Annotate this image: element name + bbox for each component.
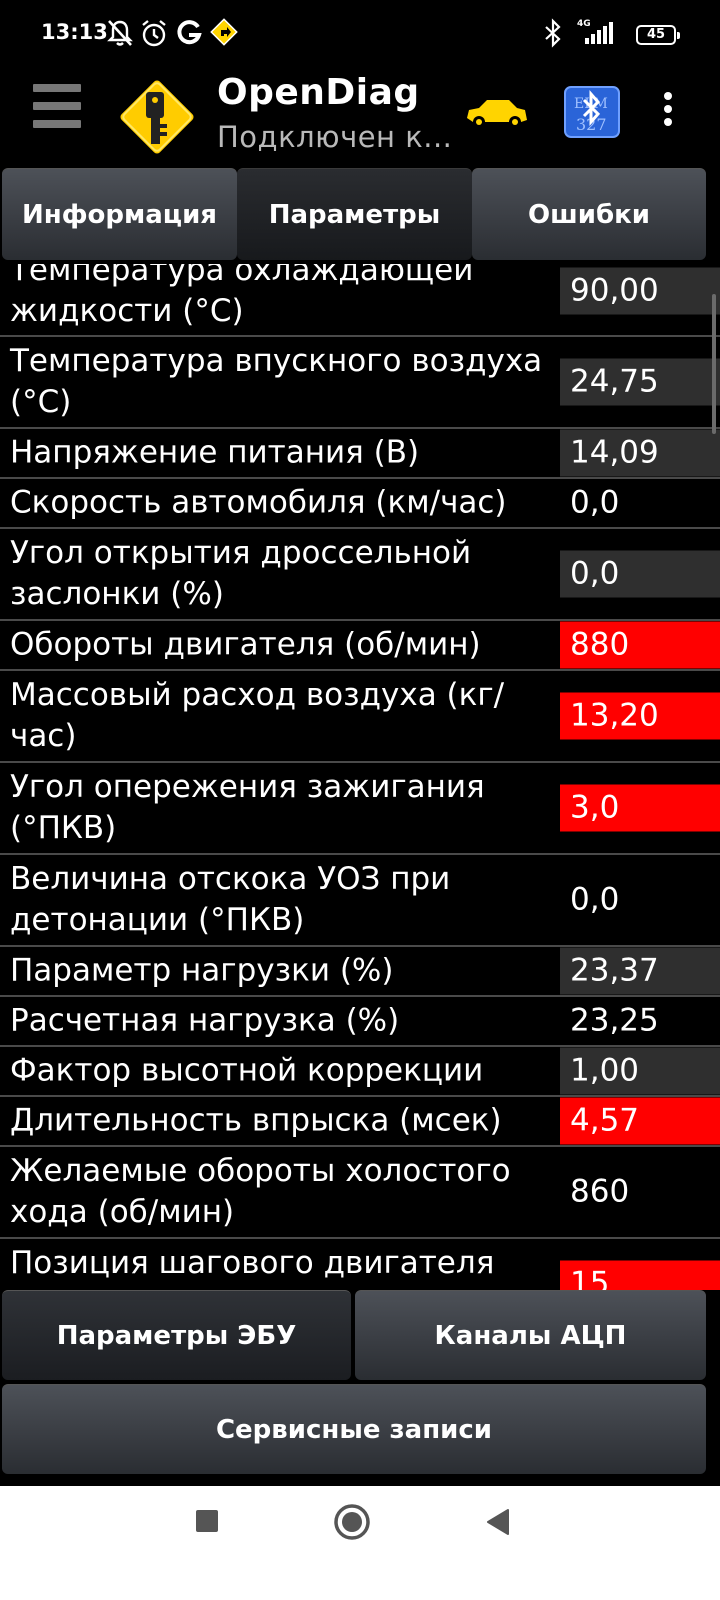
parameter-value: 23,25 — [570, 1002, 659, 1039]
more-icon[interactable] — [662, 92, 674, 132]
menu-icon[interactable] — [33, 84, 81, 136]
parameter-row[interactable]: Фактор высотной коррекции 1,00 — [0, 1047, 720, 1097]
parameter-name: Желаемые обороты холостого хода (об/мин) — [10, 1153, 511, 1230]
parameter-value: 3,0 — [560, 784, 720, 832]
parameter-row[interactable]: Массовый расход воздуха (кг/час) 13,20 — [0, 671, 720, 763]
parameter-row[interactable]: Величина отскока УОЗ при детонации (°ПКВ… — [0, 855, 720, 947]
car-icon[interactable] — [463, 96, 529, 130]
parameter-list[interactable]: Температура охлаждающей жидкости (°C) 90,… — [0, 264, 720, 1290]
signal-icon — [585, 22, 613, 44]
parameter-name: Длительность впрыска (мсек) — [10, 1102, 502, 1139]
parameter-name: Температура впускного воздуха (°C) — [10, 343, 543, 420]
parameter-name: Массовый расход воздуха (кг/час) — [10, 677, 505, 754]
alarm-icon — [142, 20, 166, 47]
google-icon — [177, 20, 202, 45]
parameter-name: Скорость автомобиля (км/час) — [10, 484, 507, 521]
parameter-value: 0,0 — [560, 550, 720, 598]
parameter-row[interactable]: Скорость автомобиля (км/час) 0,0 — [0, 479, 720, 529]
back-triangle-icon[interactable] — [484, 1508, 512, 1536]
scrollbar[interactable] — [712, 294, 716, 434]
parameter-row[interactable]: Обороты двигателя (об/мин) 880 — [0, 621, 720, 671]
parameter-value: 880 — [560, 621, 720, 669]
mute-bell-icon — [107, 20, 133, 46]
parameter-value: 13,20 — [560, 692, 720, 740]
app-bar: OpenDiag Подключен к... ELM 327 — [0, 70, 720, 166]
parameter-name: Параметр нагрузки (%) — [10, 952, 394, 989]
parameter-name: Обороты двигателя (об/мин) — [10, 626, 481, 663]
parameter-value: 1,00 — [560, 1047, 720, 1095]
parameter-list-content: Температура охлаждающей жидкости (°C) 90,… — [0, 264, 720, 1290]
tab-bar: Информация Параметры Ошибки — [0, 166, 720, 264]
parameter-row[interactable]: Параметр нагрузки (%) 23,37 — [0, 947, 720, 997]
bluetooth-icon — [545, 18, 561, 48]
bottom-actions: Параметры ЭБУ Каналы АЦП Сервисные запис… — [0, 1290, 720, 1486]
parameter-value: 23,37 — [560, 947, 720, 995]
parameter-value: 0,0 — [570, 484, 620, 521]
parameter-name: Угол опережения зажигания (°ПКВ) — [10, 769, 485, 846]
parameter-name: Позиция шагового двигателя (шаг) — [10, 1245, 495, 1290]
app-logo-key-icon — [116, 76, 198, 158]
tab-errors[interactable]: Ошибки — [472, 168, 706, 260]
ecu-params-button[interactable]: Параметры ЭБУ — [2, 1290, 351, 1380]
parameter-name: Фактор высотной коррекции — [10, 1052, 484, 1089]
parameter-value: 0,0 — [570, 881, 620, 918]
status-time: 13:13 — [41, 20, 108, 44]
parameter-row[interactable]: Расчетная нагрузка (%) 23,25 — [0, 997, 720, 1047]
parameter-value: 24,75 — [560, 358, 720, 406]
parameter-row[interactable]: Желаемые обороты холостого хода (об/мин)… — [0, 1147, 720, 1239]
parameter-name: Величина отскока УОЗ при детонации (°ПКВ… — [10, 861, 451, 938]
parameter-row[interactable]: Температура впускного воздуха (°C) 24,75 — [0, 337, 720, 429]
recents-square-icon[interactable] — [195, 1509, 219, 1533]
bluetooth-adapter-icon[interactable]: ELM 327 — [564, 86, 620, 138]
parameter-row[interactable]: Напряжение питания (В) 14,09 — [0, 429, 720, 479]
tab-parameters[interactable]: Параметры — [237, 168, 472, 260]
parameter-value: 4,57 — [560, 1097, 720, 1145]
tab-information[interactable]: Информация — [2, 168, 237, 260]
adc-channels-button[interactable]: Каналы АЦП — [355, 1290, 706, 1380]
parameter-value: 860 — [570, 1173, 630, 1210]
parameter-name: Температура охлаждающей жидкости (°C) — [10, 264, 474, 329]
parameter-row[interactable]: Угол опережения зажигания (°ПКВ) 3,0 — [0, 763, 720, 855]
parameter-row[interactable]: Температура охлаждающей жидкости (°C) 90,… — [0, 264, 720, 337]
parameter-value: 14,09 — [560, 429, 720, 477]
status-bar: 13:13 4G 45 — [0, 0, 720, 70]
connection-status: Подключен к... — [217, 120, 453, 154]
navigation-bar — [0, 1486, 720, 1600]
parameter-name: Угол открытия дроссельной заслонки (%) — [10, 535, 472, 612]
app-title: OpenDiag — [217, 72, 420, 113]
battery-icon: 45 — [636, 25, 680, 45]
parameter-row[interactable]: Длительность впрыска (мсек) 4,57 — [0, 1097, 720, 1147]
service-records-button[interactable]: Сервисные записи — [2, 1384, 706, 1474]
parameter-value: 15 — [560, 1260, 720, 1290]
parameter-row[interactable]: Позиция шагового двигателя (шаг) 15 — [0, 1239, 720, 1290]
parameter-value: 90,00 — [560, 267, 720, 315]
navigation-app-icon — [210, 18, 238, 46]
home-circle-icon[interactable] — [333, 1503, 371, 1541]
parameter-row[interactable]: Угол открытия дроссельной заслонки (%) 0,… — [0, 529, 720, 621]
parameter-name: Расчетная нагрузка (%) — [10, 1002, 400, 1039]
parameter-name: Напряжение питания (В) — [10, 434, 420, 471]
